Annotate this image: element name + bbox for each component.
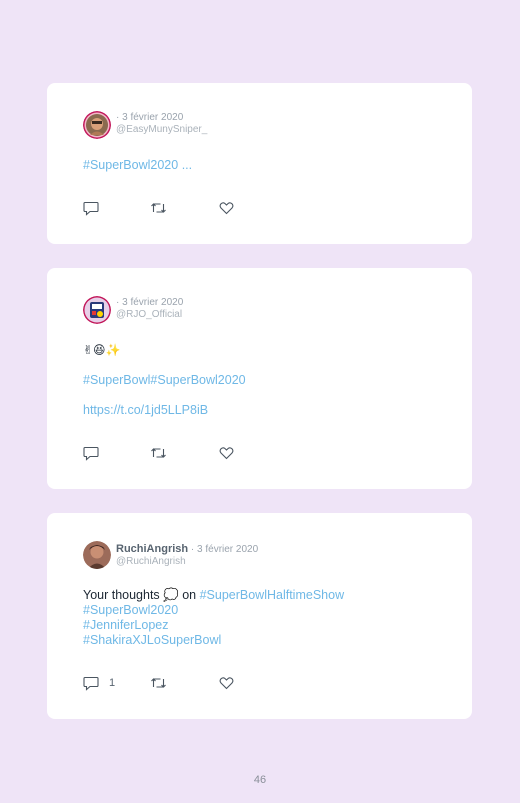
hashtag-link[interactable]: #JenniferLopez [83,618,168,632]
reply-button[interactable] [83,200,109,216]
hashtag-link[interactable]: #SuperBowl2020 [150,373,245,387]
tweet-card: RuchiAngrish · 3 février 2020 @RuchiAngr… [47,513,472,719]
retweet-icon [151,448,166,458]
tweet-card: · 3 février 2020 @EasyMunySniper_ #Super… [47,83,472,244]
like-button[interactable] [219,445,234,461]
comment-icon [83,676,99,691]
tweet-line: Your thoughts 💭 on #SuperBowlHalftimeSho… [83,588,344,603]
heart-icon [219,202,234,215]
avatar[interactable] [83,111,111,139]
hashtag-link[interactable]: #SuperBowl [83,373,150,387]
tweet-text: ✌😆✨ #SuperBowl#SuperBowl2020 https://t.c… [83,343,246,418]
hashtag-link[interactable]: #ShakiraXJLoSuperBowl [83,633,221,647]
tweet-date: · 3 février 2020 [190,544,259,555]
tweet-line: #SuperBowl2020 ... [83,158,192,173]
avatar[interactable] [83,541,111,569]
retweet-button[interactable] [150,445,167,461]
tweet-date: · 3 février 2020 [116,112,184,123]
tweet-meta: · 3 février 2020 [116,296,183,309]
tweet-line: #JenniferLopez [83,618,344,633]
text-fragment: Your thoughts 💭 on [83,588,200,602]
tweet-date: · 3 février 2020 [116,297,184,308]
like-button[interactable] [219,200,234,216]
tweet-actions [83,200,283,216]
comment-icon [83,446,99,461]
like-button[interactable] [219,675,234,691]
tweet-line: https://t.co/1jd5LLP8iB [83,403,246,418]
comment-icon [83,201,99,216]
retweet-icon [151,678,166,688]
hashtag-link[interactable]: #SuperBowl2020 [83,158,178,172]
tweet-card: · 3 février 2020 @RJO_Official ✌😆✨ #Supe… [47,268,472,489]
author-handle[interactable]: @RuchiAngrish [116,556,186,567]
hashtag-link[interactable]: #SuperBowl2020 [83,603,178,617]
reply-button[interactable] [83,445,109,461]
tweet-line: #SuperBowl#SuperBowl2020 [83,373,246,388]
tweet-line: #SuperBowl2020 [83,603,344,618]
emoji-text: ✌😆✨ [83,343,121,357]
heart-icon [219,447,234,460]
tweet-actions: 1 [83,675,283,691]
author-handle[interactable]: @EasyMunySniper_ [116,124,207,135]
url-link[interactable]: https://t.co/1jd5LLP8iB [83,403,208,417]
retweet-button[interactable] [150,200,167,216]
tweet-text: #SuperBowl2020 ... [83,158,192,173]
tweet-actions [83,445,283,461]
retweet-icon [151,203,166,213]
page-number: 46 [253,774,267,786]
reply-count: 1 [109,677,116,689]
hashtag-link[interactable]: #SuperBowlHalftimeShow [200,588,345,602]
retweet-button[interactable] [150,675,167,691]
tweet-text: Your thoughts 💭 on #SuperBowlHalftimeSho… [83,588,344,648]
tweet-meta: · 3 février 2020 [116,111,183,124]
heart-icon [219,677,234,690]
tweet-line: #ShakiraXJLoSuperBowl [83,633,344,648]
reply-button[interactable]: 1 [83,675,115,691]
tweet-meta: RuchiAngrish · 3 février 2020 [116,543,258,556]
author-name[interactable]: RuchiAngrish [116,543,188,555]
avatar[interactable] [83,296,111,324]
text-fragment: ... [178,158,193,172]
author-handle[interactable]: @RJO_Official [116,309,182,320]
tweet-line: ✌😆✨ [83,343,246,358]
